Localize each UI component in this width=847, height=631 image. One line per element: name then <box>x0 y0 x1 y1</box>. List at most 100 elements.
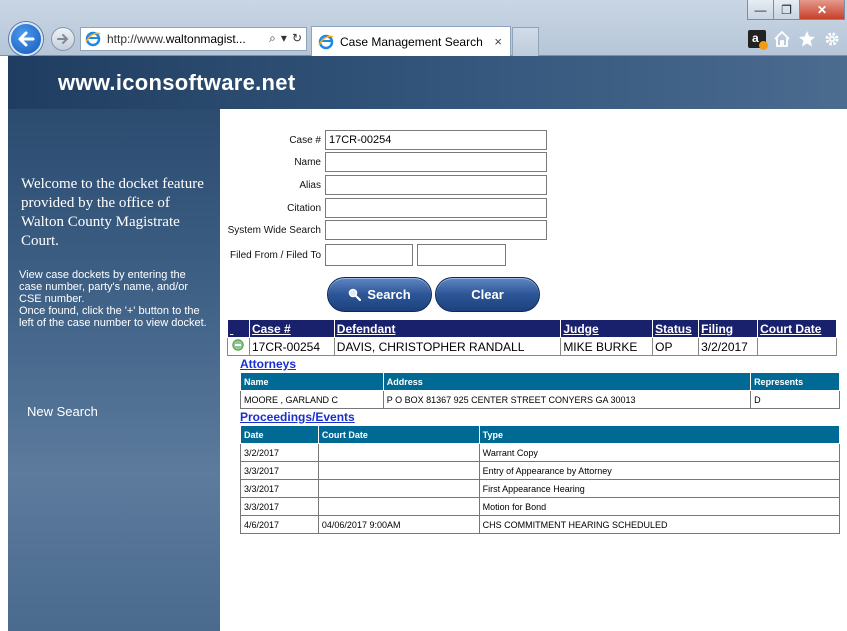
amazon-addon-icon[interactable]: a <box>748 30 768 50</box>
new-tab-button[interactable] <box>512 27 539 56</box>
clear-button[interactable]: Clear <box>435 277 540 312</box>
table-row: 3/3/2017 Motion for Bond <box>240 497 841 516</box>
col-header-filing[interactable]: Filing <box>698 319 759 338</box>
event-date-cell: 3/3/2017 <box>240 461 319 480</box>
proceedings-table: Date Court Date Type 3/2/2017 Warrant Co… <box>240 425 841 534</box>
results-table: Case # Defendant Judge Status Filing Cou… <box>227 319 837 356</box>
col-header-address: Address <box>382 372 752 391</box>
event-court-date-cell <box>317 479 480 498</box>
search-button-label: Search <box>367 287 411 302</box>
instructions-line-2: Once found, click the '+' button to the … <box>19 305 207 329</box>
col-header-type: Type <box>478 425 841 444</box>
col-header-court-date: Court Date <box>317 425 480 444</box>
home-icon[interactable] <box>773 30 791 48</box>
event-court-date-cell <box>317 461 480 480</box>
table-row: 4/6/2017 04/06/2017 9:00AM CHS COMMITMEN… <box>240 515 841 534</box>
system-search-input[interactable] <box>325 220 547 240</box>
expand-cell <box>227 337 250 356</box>
expand-col-header <box>227 319 250 338</box>
attorney-represents-cell: D <box>750 390 840 409</box>
citation-input[interactable] <box>325 198 547 218</box>
address-bar[interactable]: http://www. waltonmagist... ⌕ ▾ ↻ <box>80 27 307 51</box>
ie-page-icon <box>85 31 101 47</box>
site-title: www.iconsoftware.net <box>58 70 296 95</box>
welcome-text: Welcome to the docket feature provided b… <box>21 176 204 249</box>
search-icon[interactable]: ⌕ <box>269 31 276 46</box>
window-controls: — ❐ ✕ <box>747 0 845 20</box>
toolbar-icons: a <box>748 30 841 50</box>
col-header-judge[interactable]: Judge <box>560 319 654 338</box>
table-row: 3/2/2017 Warrant Copy <box>240 443 841 462</box>
proceedings-header-row: Date Court Date Type <box>240 425 841 444</box>
system-search-label: System Wide Search <box>227 224 321 236</box>
col-header-represents: Represents <box>750 372 840 391</box>
event-court-date-cell: 04/06/2017 9:00AM <box>317 515 480 534</box>
alias-input[interactable] <box>325 175 547 195</box>
event-type-cell: Warrant Copy <box>478 443 841 462</box>
col-header-date: Date <box>240 425 319 444</box>
search-button[interactable]: Search <box>327 277 432 312</box>
attorneys-link[interactable]: Attorneys <box>240 357 296 371</box>
citation-label: Citation <box>287 202 321 214</box>
main-panel: Case # 17CR-00254 Name Alias Citation Sy… <box>220 109 847 631</box>
new-search-link[interactable]: New Search <box>27 404 98 419</box>
arrow-right-icon <box>57 34 69 44</box>
defendant-cell: DAVIS, CHRISTOPHER RANDALL <box>333 337 562 356</box>
name-input[interactable] <box>325 152 547 172</box>
collapse-icon[interactable] <box>232 339 245 351</box>
table-row: 3/3/2017 Entry of Appearance by Attorney <box>240 461 841 480</box>
forward-button[interactable] <box>51 27 75 51</box>
event-court-date-cell <box>317 443 480 462</box>
ie-page-icon <box>318 34 334 49</box>
maximize-button[interactable]: ❐ <box>774 0 800 20</box>
col-header-status[interactable]: Status <box>652 319 700 338</box>
court-date-cell <box>757 337 837 356</box>
instructions-text: View case dockets by entering the case n… <box>19 269 209 329</box>
event-date-cell: 3/2/2017 <box>240 443 319 462</box>
event-type-cell: First Appearance Hearing <box>478 479 841 498</box>
case-cell: 17CR-00254 <box>248 337 335 356</box>
tab-case-management-search[interactable]: Case Management Search × <box>311 26 511 56</box>
event-date-cell: 4/6/2017 <box>240 515 319 534</box>
case-number-input[interactable]: 17CR-00254 <box>325 130 547 150</box>
refresh-icon[interactable]: ↻ <box>292 31 302 46</box>
proceedings-link[interactable]: Proceedings/Events <box>240 410 355 424</box>
filed-to-input[interactable] <box>417 244 506 266</box>
event-type-cell: Motion for Bond <box>478 497 841 516</box>
attorney-name-cell: MOORE , GARLAND C <box>240 390 384 409</box>
event-type-cell: Entry of Appearance by Attorney <box>478 461 841 480</box>
address-tools: ⌕ ▾ ↻ <box>269 31 302 46</box>
back-button[interactable] <box>9 22 43 56</box>
col-header-case[interactable]: Case # <box>248 319 335 338</box>
close-window-button[interactable]: ✕ <box>800 0 845 20</box>
star-icon[interactable] <box>798 30 816 48</box>
event-type-cell: CHS COMMITMENT HEARING SCHEDULED <box>478 515 841 534</box>
filing-cell: 3/2/2017 <box>698 337 759 356</box>
attorney-address-cell: P O BOX 81367 925 CENTER STREET CONYERS … <box>382 390 751 409</box>
event-date-cell: 3/3/2017 <box>240 479 319 498</box>
name-label: Name <box>294 156 321 168</box>
sidebar: Welcome to the docket feature provided b… <box>8 109 220 631</box>
table-row: MOORE , GARLAND C P O BOX 81367 925 CENT… <box>240 390 840 409</box>
tab-title: Case Management Search <box>340 34 483 49</box>
filed-from-input[interactable] <box>325 244 413 266</box>
close-tab-icon[interactable]: × <box>494 34 502 49</box>
attorneys-header-row: Name Address Represents <box>240 372 840 391</box>
event-court-date-cell <box>317 497 480 516</box>
table-row: 3/3/2017 First Appearance Hearing <box>240 479 841 498</box>
results-header-row: Case # Defendant Judge Status Filing Cou… <box>227 319 837 338</box>
table-row: 17CR-00254 DAVIS, CHRISTOPHER RANDALL MI… <box>227 337 837 356</box>
instructions-line-1: View case dockets by entering the case n… <box>19 269 189 305</box>
gear-icon[interactable] <box>823 30 841 48</box>
case-label: Case # <box>289 134 321 146</box>
page-content: www.iconsoftware.net Welcome to the dock… <box>8 56 847 631</box>
event-date-cell: 3/3/2017 <box>240 497 319 516</box>
alias-label: Alias <box>299 179 321 191</box>
col-header-defendant[interactable]: Defendant <box>333 319 562 338</box>
search-icon <box>349 288 362 301</box>
col-header-court-date[interactable]: Court Date <box>757 319 837 338</box>
minimize-button[interactable]: — <box>747 0 774 20</box>
chevron-down-icon[interactable]: ▾ <box>281 31 287 46</box>
site-banner: www.iconsoftware.net <box>8 56 847 109</box>
judge-cell: MIKE BURKE <box>560 337 654 356</box>
